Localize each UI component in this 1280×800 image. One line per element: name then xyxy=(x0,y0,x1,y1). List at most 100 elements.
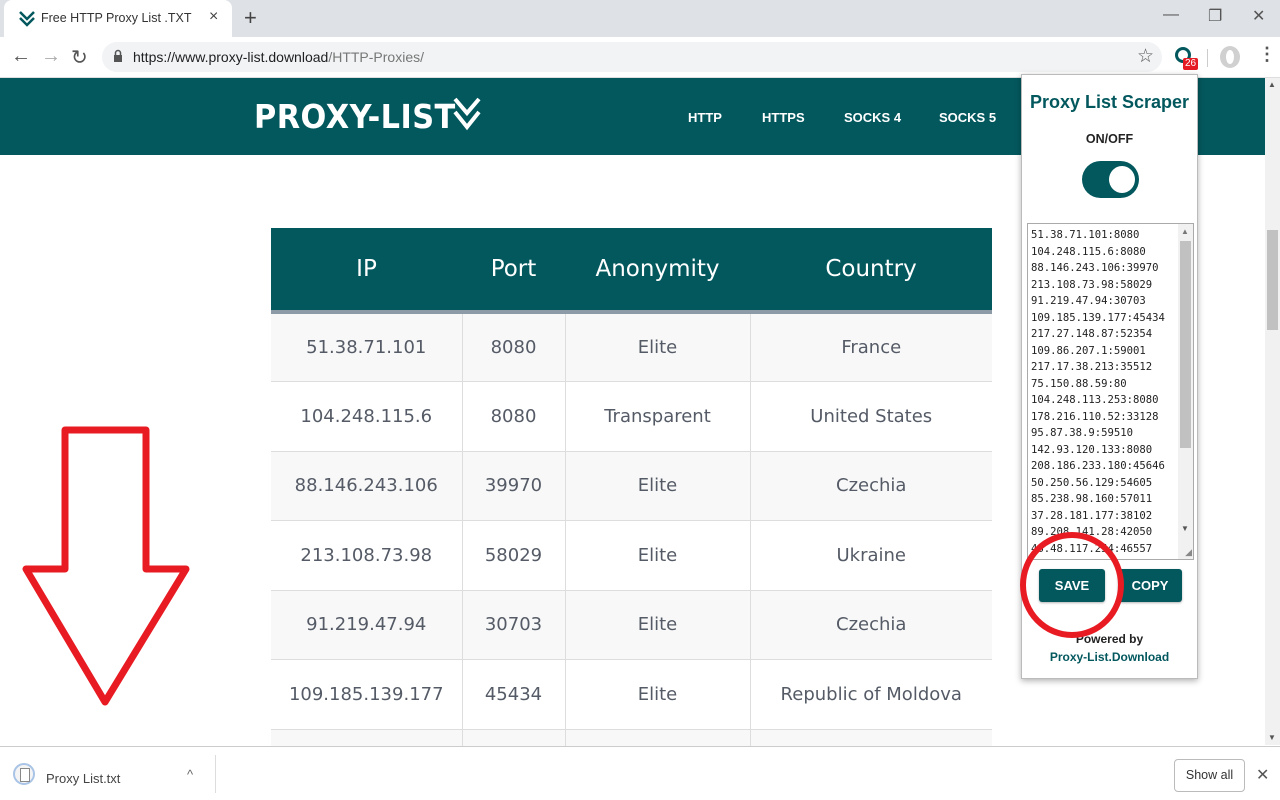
download-options-chevron-icon[interactable]: ^ xyxy=(187,767,193,782)
cell-ip: 88.146.243.106 xyxy=(271,450,463,521)
proxy-table: IP Port Anonymity Country 51.38.71.101 80… xyxy=(271,228,992,799)
table-row: 104.248.115.6 8080 Transparent United State… xyxy=(271,381,992,452)
text-file-icon xyxy=(13,763,35,785)
cell-anonymity: Elite xyxy=(564,311,751,382)
cell-ip: 109.185.139.177 xyxy=(271,659,463,730)
cell-ip: 213.108.73.98 xyxy=(271,520,463,591)
header-country[interactable]: Country xyxy=(750,228,992,312)
popup-title: Proxy List Scraper xyxy=(1029,92,1190,112)
textarea-scrollbar[interactable]: ▲ ▼ xyxy=(1178,224,1193,559)
proxy-line: 213.108.73.98:58029 xyxy=(1031,278,1153,291)
cell-port: 8080 xyxy=(461,311,566,382)
nav-socks4[interactable]: SOCKS 4 xyxy=(844,110,901,125)
header-port[interactable]: Port xyxy=(462,228,565,312)
page-scrollbar-thumb[interactable] xyxy=(1267,230,1278,330)
proxy-line: 50.250.56.129:54605 xyxy=(1031,476,1153,489)
show-all-button[interactable]: Show all xyxy=(1174,759,1245,792)
proxy-line: 91.219.47.94:30703 xyxy=(1031,295,1146,307)
restore-button[interactable]: ❐ xyxy=(1208,6,1222,26)
proxy-list-textarea[interactable]: 51.38.71.101:8080 104.248.115.6:8080 88.14… xyxy=(1027,223,1194,560)
browser-menu-icon[interactable]: ⋮ xyxy=(1258,44,1276,65)
url-path: /HTTP-Proxies/ xyxy=(328,49,424,65)
textarea-scroll-down-icon[interactable]: ▼ xyxy=(1181,524,1189,533)
proxy-line: 51.38.71.101:8080 xyxy=(1031,229,1140,241)
proxy-line: 178.216.110.52:33128 xyxy=(1031,410,1159,423)
table-row: 91.219.47.94 30703 Elite Czechia xyxy=(271,589,992,660)
address-bar[interactable]: https://www.proxy-list.download/HTTP-Pro… xyxy=(102,42,1162,72)
table-row: 88.146.243.106 39970 Elite Czechia xyxy=(271,450,992,521)
tab-strip: Free HTTP Proxy List .TXT × + — ❐ ✕ xyxy=(0,0,1280,37)
textarea-scroll-up-icon[interactable]: ▲ xyxy=(1181,227,1189,236)
table-row: 109.185.139.177 45434 Elite Republic of Mol… xyxy=(271,659,992,730)
textarea-scrollbar-thumb[interactable] xyxy=(1180,241,1191,448)
forward-button[interactable]: → xyxy=(41,45,61,68)
copy-button[interactable]: COPY xyxy=(1118,569,1182,602)
resize-grip-icon[interactable]: ◢ xyxy=(1185,547,1192,558)
window-close-button[interactable]: ✕ xyxy=(1252,6,1265,26)
cell-port: 39970 xyxy=(461,450,566,521)
cell-ip: 91.219.47.94 xyxy=(271,589,463,660)
url-text: https://www.proxy-list.download/HTTP-Pro… xyxy=(133,49,424,65)
proxy-list-text: 51.38.71.101:8080 104.248.115.6:8080 88.14… xyxy=(1031,227,1165,557)
back-button[interactable]: ← xyxy=(11,45,31,68)
red-down-arrow-annotation xyxy=(22,426,190,706)
reload-button[interactable]: ↻ xyxy=(71,45,88,70)
cell-anonymity: Transparent xyxy=(564,381,751,452)
cell-country: Czechia xyxy=(749,589,992,660)
bookmark-star-icon[interactable]: ☆ xyxy=(1137,45,1154,68)
cell-anonymity: Elite xyxy=(564,520,751,591)
lock-icon xyxy=(114,49,122,62)
profile-avatar-icon[interactable] xyxy=(1220,46,1240,68)
browser-toolbar: ← → ↻ https://www.proxy-list.download/HT… xyxy=(0,37,1280,78)
proxy-list-favicon-icon xyxy=(19,11,35,27)
cell-country: Ukraine xyxy=(749,520,992,591)
cell-country: France xyxy=(749,311,992,382)
header-anonymity[interactable]: Anonymity xyxy=(565,228,750,312)
cell-port: 45434 xyxy=(461,659,566,730)
header-ip[interactable]: IP xyxy=(271,228,462,312)
powered-by-label: Powered by xyxy=(1075,632,1144,646)
shelf-divider xyxy=(215,755,216,793)
proxy-line: 109.185.139.177:45434 xyxy=(1031,311,1165,324)
cell-port: 8080 xyxy=(461,381,566,452)
proxy-line: 104.248.115.6:8080 xyxy=(1031,245,1146,258)
site-logo[interactable]: PROXY-LIST xyxy=(254,97,456,136)
nav-socks5[interactable]: SOCKS 5 xyxy=(939,110,996,125)
tab-close-icon[interactable]: × xyxy=(209,8,218,26)
cell-country: United States xyxy=(749,381,992,452)
scroll-up-arrow-icon[interactable]: ▲ xyxy=(1268,80,1276,89)
new-tab-button[interactable]: + xyxy=(244,5,257,31)
extension-badge: 26 xyxy=(1183,58,1199,70)
nav-https[interactable]: HTTPS xyxy=(762,110,805,125)
save-button[interactable]: SAVE xyxy=(1039,569,1105,602)
browser-tab[interactable]: Free HTTP Proxy List .TXT × xyxy=(4,0,232,37)
table-header-row: IP Port Anonymity Country xyxy=(271,228,992,312)
cell-ip: 104.248.115.6 xyxy=(271,381,463,452)
page-scrollbar[interactable]: ▲ ▼ xyxy=(1265,78,1280,745)
proxy-line: 95.87.38.9:59510 xyxy=(1031,427,1134,439)
shelf-close-icon[interactable]: ✕ xyxy=(1256,765,1269,785)
logo-chevron-icon xyxy=(453,97,481,131)
tab-title: Free HTTP Proxy List .TXT xyxy=(41,11,192,25)
minimize-button[interactable]: — xyxy=(1163,6,1179,24)
proxy-line: 85.238.98.160:57011 xyxy=(1031,493,1153,505)
on-off-toggle[interactable] xyxy=(1082,161,1139,198)
url-host: https://www.proxy-list.download xyxy=(133,49,329,65)
proxy-list-scraper-popup: Proxy List Scraper ON/OFF 51.38.71.101:8… xyxy=(1021,74,1198,679)
proxy-line: 217.17.38.213:35512 xyxy=(1031,361,1153,373)
cell-anonymity: Elite xyxy=(564,450,751,521)
proxy-line: 37.28.181.177:38102 xyxy=(1031,509,1153,522)
download-file-name[interactable]: Proxy List.txt xyxy=(46,771,120,786)
cell-country: Czechia xyxy=(749,450,992,521)
scroll-down-arrow-icon[interactable]: ▼ xyxy=(1268,733,1276,742)
proxy-line: 142.93.120.133:8080 xyxy=(1031,443,1153,456)
table-row: 51.38.71.101 8080 Elite France xyxy=(271,311,992,382)
proxy-line: 104.248.113.253:8080 xyxy=(1031,394,1159,406)
proxy-line: 217.27.148.87:52354 xyxy=(1031,328,1153,340)
toggle-knob xyxy=(1109,166,1135,193)
nav-http[interactable]: HTTP xyxy=(688,110,722,125)
cell-anonymity: Elite xyxy=(564,589,751,660)
cell-port: 58029 xyxy=(461,520,566,591)
toolbar-divider xyxy=(1207,49,1208,67)
powered-by-link[interactable]: Proxy-List.Download xyxy=(1022,650,1197,664)
